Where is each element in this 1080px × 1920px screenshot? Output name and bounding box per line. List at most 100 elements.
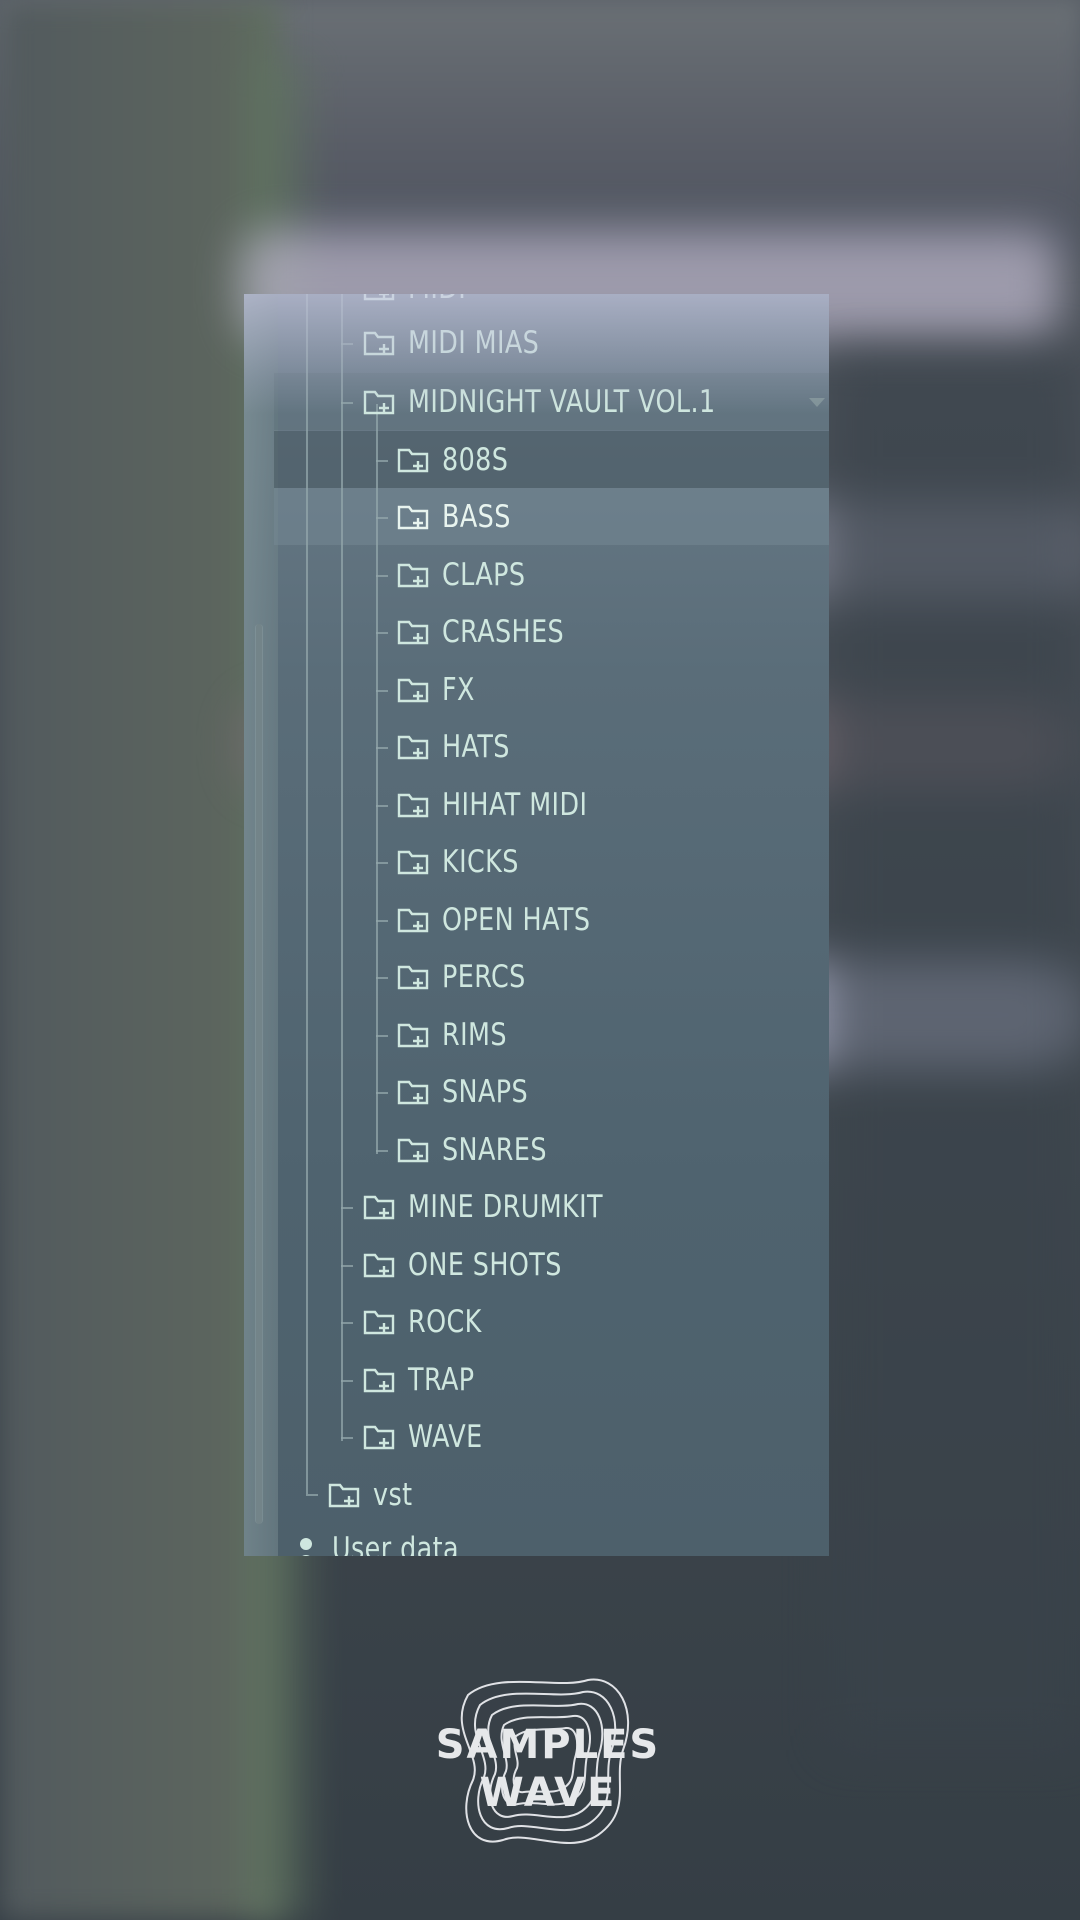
tree-branch — [376, 747, 388, 749]
tree-item-label: MIDI — [408, 294, 466, 306]
folder-icon — [397, 1023, 429, 1047]
folder-icon — [397, 908, 429, 932]
tree-branch — [341, 1207, 353, 1209]
folder-icon — [397, 678, 429, 702]
tree-item-hihat-midi[interactable]: HIHAT MIDI — [396, 776, 619, 833]
tree-item-label: User data — [332, 1530, 459, 1557]
scrollbar-thumb[interactable] — [255, 624, 263, 1524]
tree-branch — [376, 1150, 388, 1152]
tree-item-label: BASS — [442, 498, 511, 535]
logo-text-samples: SAMPLES — [435, 1722, 661, 1768]
tree-branch — [341, 1380, 353, 1382]
tree-item-bass[interactable]: BASS — [396, 488, 526, 545]
tree-item-open-hats[interactable]: OPEN HATS — [396, 891, 623, 948]
tree-item-snares[interactable]: SNARES — [396, 1121, 570, 1178]
folder-icon — [363, 331, 395, 355]
tree-branch — [376, 1035, 388, 1037]
tree-item-crashes[interactable]: CRASHES — [396, 603, 591, 660]
folder-icon — [363, 1310, 395, 1334]
tree-branch — [341, 1265, 353, 1267]
browser-panel: MIDI MIDI MIAS MIDNIGHT VAULT VOL.1 808S… — [244, 294, 829, 1556]
tree-item-snaps[interactable]: SNAPS — [396, 1063, 547, 1120]
tree-item-trap[interactable]: TRAP — [362, 1351, 489, 1408]
tree-item-label: FX — [442, 671, 475, 708]
tree-branch — [341, 343, 353, 345]
tree-item-label: PERCS — [442, 958, 526, 995]
tree-item-label: CLAPS — [442, 556, 526, 593]
tree-guide-root — [306, 294, 308, 1494]
tree-item-midi[interactable]: MIDI — [362, 294, 479, 316]
tree-item-fx[interactable]: FX — [396, 661, 482, 718]
tree-branch — [376, 977, 388, 979]
tree-item-claps[interactable]: CLAPS — [396, 546, 544, 603]
tree-item-rims[interactable]: RIMS — [396, 1006, 521, 1063]
folder-icon — [397, 620, 429, 644]
tree-branch — [376, 460, 388, 462]
folder-icon — [328, 1483, 360, 1507]
row-highlight-bass — [274, 488, 829, 545]
folder-icon — [397, 850, 429, 874]
tree-item-midi-mias[interactable]: MIDI MIAS — [362, 314, 568, 371]
folder-icon — [363, 294, 395, 300]
tree-item-mine-drumkit[interactable]: MINE DRUMKIT — [362, 1178, 646, 1235]
tree-item-label: ROCK — [408, 1303, 482, 1340]
chevron-down-icon[interactable] — [809, 398, 825, 407]
tree-item-kicks[interactable]: KICKS — [396, 833, 536, 890]
tree-item-label: ONE SHOTS — [408, 1246, 562, 1283]
folder-icon — [397, 448, 429, 472]
tree-item-one-shots[interactable]: ONE SHOTS — [362, 1236, 596, 1293]
tree-branch — [376, 862, 388, 864]
tree-item-label: CRASHES — [442, 613, 565, 650]
tree-branch — [376, 805, 388, 807]
background-right — [830, 350, 1080, 1750]
folder-icon — [363, 1368, 395, 1392]
tree-branch — [376, 690, 388, 692]
tree-branch — [376, 1092, 388, 1094]
tree-item-label: RIMS — [442, 1016, 507, 1053]
samples-wave-logo: SAMPLES WAVE — [408, 1670, 688, 1850]
folder-icon — [397, 965, 429, 989]
tree-guide-level2 — [341, 294, 343, 1441]
folder-icon — [363, 1253, 395, 1277]
folder-icon — [363, 1425, 395, 1449]
tree-branch — [376, 517, 388, 519]
tree-item-hats[interactable]: HATS — [396, 718, 525, 775]
tree-item-label: TRAP — [408, 1361, 475, 1398]
folder-icon — [363, 1195, 395, 1219]
tree-item-label: WAVE — [408, 1418, 483, 1455]
row-highlight-808s — [274, 431, 829, 488]
tree-item-percs[interactable]: PERCS — [396, 948, 544, 1005]
tree-item-midnight-vault[interactable]: MIDNIGHT VAULT VOL.1 — [362, 373, 783, 430]
tree-item-label: KICKS — [442, 843, 519, 880]
tree-branch — [341, 402, 353, 404]
tree-item-vst[interactable]: vst — [327, 1466, 421, 1523]
folder-icon — [397, 1138, 429, 1162]
folder-icon — [397, 1080, 429, 1104]
tree-item-label: MINE DRUMKIT — [408, 1188, 603, 1225]
tree-item-label: SNARES — [442, 1131, 547, 1168]
tree-branch — [341, 1322, 353, 1324]
folder-icon — [397, 505, 429, 529]
tree-item-label: vst — [373, 1476, 413, 1513]
tree-item-808s[interactable]: 808S — [396, 431, 523, 488]
tree-item-label: MIDNIGHT VAULT VOL.1 — [408, 383, 716, 420]
tree-item-label: SNAPS — [442, 1073, 529, 1110]
tree-branch — [376, 575, 388, 577]
folder-icon — [397, 563, 429, 587]
logo-text-wave: WAVE — [479, 1770, 617, 1816]
tree-item-label: HATS — [442, 728, 510, 765]
tree-item-label: HIHAT MIDI — [442, 786, 588, 823]
tree-item-wave[interactable]: WAVE — [362, 1408, 499, 1465]
tree-item-rock[interactable]: ROCK — [362, 1293, 498, 1350]
folder-icon — [363, 390, 395, 414]
tree-item-label: OPEN HATS — [442, 901, 591, 938]
tree-branch — [376, 920, 388, 922]
tree-branch — [306, 1494, 318, 1496]
folder-icon — [397, 735, 429, 759]
tree-item-user-data[interactable]: User data — [294, 1520, 487, 1556]
tree-item-label: MIDI MIAS — [408, 324, 540, 361]
background-left-column — [0, 0, 280, 1920]
tree-item-label: 808S — [442, 441, 509, 478]
folder-icon — [397, 793, 429, 817]
user-icon — [300, 1537, 312, 1556]
